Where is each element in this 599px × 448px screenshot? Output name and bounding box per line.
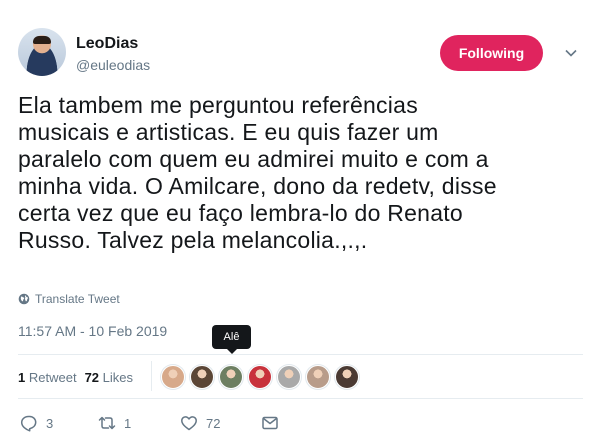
heart-icon: [181, 416, 197, 431]
tweet-stats: 1 Retweet 72 Likes: [18, 370, 133, 385]
liker-avatar[interactable]: [306, 365, 330, 389]
chevron-down-icon[interactable]: [564, 46, 578, 60]
liker-avatar[interactable]: [335, 365, 359, 389]
liker-avatar[interactable]: [248, 365, 272, 389]
tweet-timestamp[interactable]: 11:57 AM - 10 Feb 2019: [18, 323, 167, 339]
tweet-text-line: musicais e artisticas. E eu quis fazer u…: [18, 119, 439, 145]
like-count: 72: [206, 415, 221, 431]
liker-avatar[interactable]: [219, 365, 243, 389]
retweets-count: 1: [18, 370, 26, 385]
translate-tweet-link[interactable]: Translate Tweet: [18, 292, 120, 306]
tweet-text-line: certa vez que eu faço lembra-lo do Renat…: [18, 200, 463, 226]
retweet-count: 1: [124, 415, 132, 431]
stats-separator: [151, 361, 152, 391]
tweet-actions: 3 1 72: [18, 414, 288, 434]
tweet-text-line: Ela tambem me perguntou referências: [18, 92, 418, 118]
retweet-button[interactable]: 1: [98, 414, 131, 432]
retweet-icon: [98, 416, 116, 430]
author-avatar[interactable]: [18, 28, 66, 76]
reply-button[interactable]: 3: [20, 414, 53, 432]
envelope-icon: [262, 416, 278, 430]
tweet-header: LeoDias @euleodias Following: [18, 26, 583, 82]
likes-stat[interactable]: 72 Likes: [85, 370, 133, 385]
retweets-stat[interactable]: 1 Retweet: [18, 370, 77, 385]
liker-avatar[interactable]: [277, 365, 301, 389]
reply-icon: [20, 415, 37, 432]
author-display-name[interactable]: LeoDias: [76, 35, 138, 53]
author-handle[interactable]: @euleodias: [76, 57, 150, 73]
likes-count: 72: [84, 370, 100, 385]
divider: [18, 354, 583, 355]
likes-label: Likes: [102, 370, 134, 385]
liker-avatar[interactable]: [190, 365, 214, 389]
likers-list: [161, 365, 359, 389]
direct-message-button[interactable]: [261, 414, 279, 432]
tweet-text-line: paralelo com quem eu admirei muito e com…: [18, 146, 489, 172]
tweet-text-line: minha vida. O Amilcare, dono da redetv, …: [18, 173, 497, 199]
reply-count: 3: [46, 415, 54, 431]
translate-tweet-label: Translate Tweet: [35, 292, 120, 306]
liker-avatar[interactable]: [161, 365, 185, 389]
tweet-text-line: Russo. Talvez pela melancolia.,.,.: [18, 227, 368, 253]
like-button[interactable]: 72: [180, 414, 220, 432]
divider: [18, 398, 583, 399]
tweet-text: Ela tambem me perguntou referências musi…: [18, 92, 586, 254]
retweets-label: Retweet: [28, 370, 77, 385]
following-button[interactable]: Following: [440, 35, 543, 71]
liker-tooltip: Alê: [212, 325, 251, 354]
globe-icon: [18, 293, 30, 305]
